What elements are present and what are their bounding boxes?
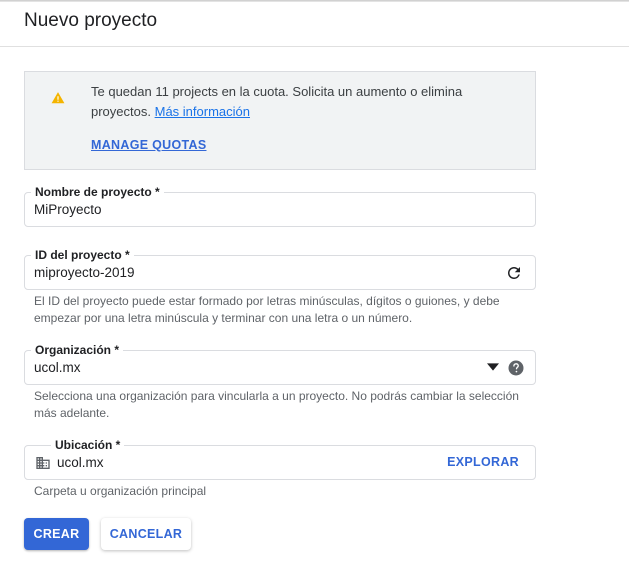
project-id-input[interactable]: miproyecto-2019 bbox=[34, 265, 135, 280]
organization-field[interactable]: Organización * ucol.mx bbox=[24, 342, 536, 385]
project-name-input[interactable]: MiProyecto bbox=[34, 202, 102, 217]
building-icon bbox=[36, 457, 50, 469]
create-button[interactable]: CREAR bbox=[24, 518, 89, 550]
dropdown-icon[interactable] bbox=[487, 363, 499, 371]
more-info-link[interactable]: Más información bbox=[155, 104, 250, 119]
header-divider bbox=[0, 46, 629, 47]
manage-quotas-link[interactable]: MANAGE QUOTAS bbox=[91, 138, 206, 152]
cancel-button[interactable]: CANCELAR bbox=[101, 518, 191, 550]
quota-notice: Te quedan 11 projects en la cuota. Solic… bbox=[24, 71, 536, 170]
quota-message: Te quedan 11 projects en la cuota. Solic… bbox=[91, 82, 511, 122]
location-value: ucol.mx bbox=[57, 455, 104, 470]
project-id-helper: El ID del proyecto puede estar formado p… bbox=[34, 294, 500, 325]
project-name-label: Nombre de proyecto * bbox=[31, 184, 164, 200]
explore-button[interactable]: EXPLORAR bbox=[447, 455, 519, 469]
organization-helper: Selecciona una organización para vincula… bbox=[34, 389, 519, 420]
quota-message-text: Te quedan 11 projects en la cuota. Solic… bbox=[91, 84, 463, 119]
project-id-label: ID del proyecto * bbox=[31, 247, 134, 263]
location-helper: Carpeta u organización principal bbox=[34, 484, 207, 498]
help-icon[interactable] bbox=[507, 359, 525, 377]
warning-icon bbox=[51, 92, 65, 104]
page-title: Nuevo proyecto bbox=[24, 10, 158, 31]
location-label: Ubicación * bbox=[51, 437, 125, 453]
top-shadow bbox=[0, 0, 629, 2]
project-id-field[interactable]: ID del proyecto * miproyecto-2019 bbox=[24, 247, 536, 290]
organization-label: Organización * bbox=[31, 342, 124, 358]
refresh-icon[interactable] bbox=[505, 264, 523, 282]
organization-select[interactable]: ucol.mx bbox=[34, 360, 81, 375]
location-field[interactable]: Ubicación * ucol.mx EXPLORAR bbox=[24, 437, 536, 480]
project-name-field[interactable]: Nombre de proyecto * MiProyecto bbox=[24, 184, 536, 227]
